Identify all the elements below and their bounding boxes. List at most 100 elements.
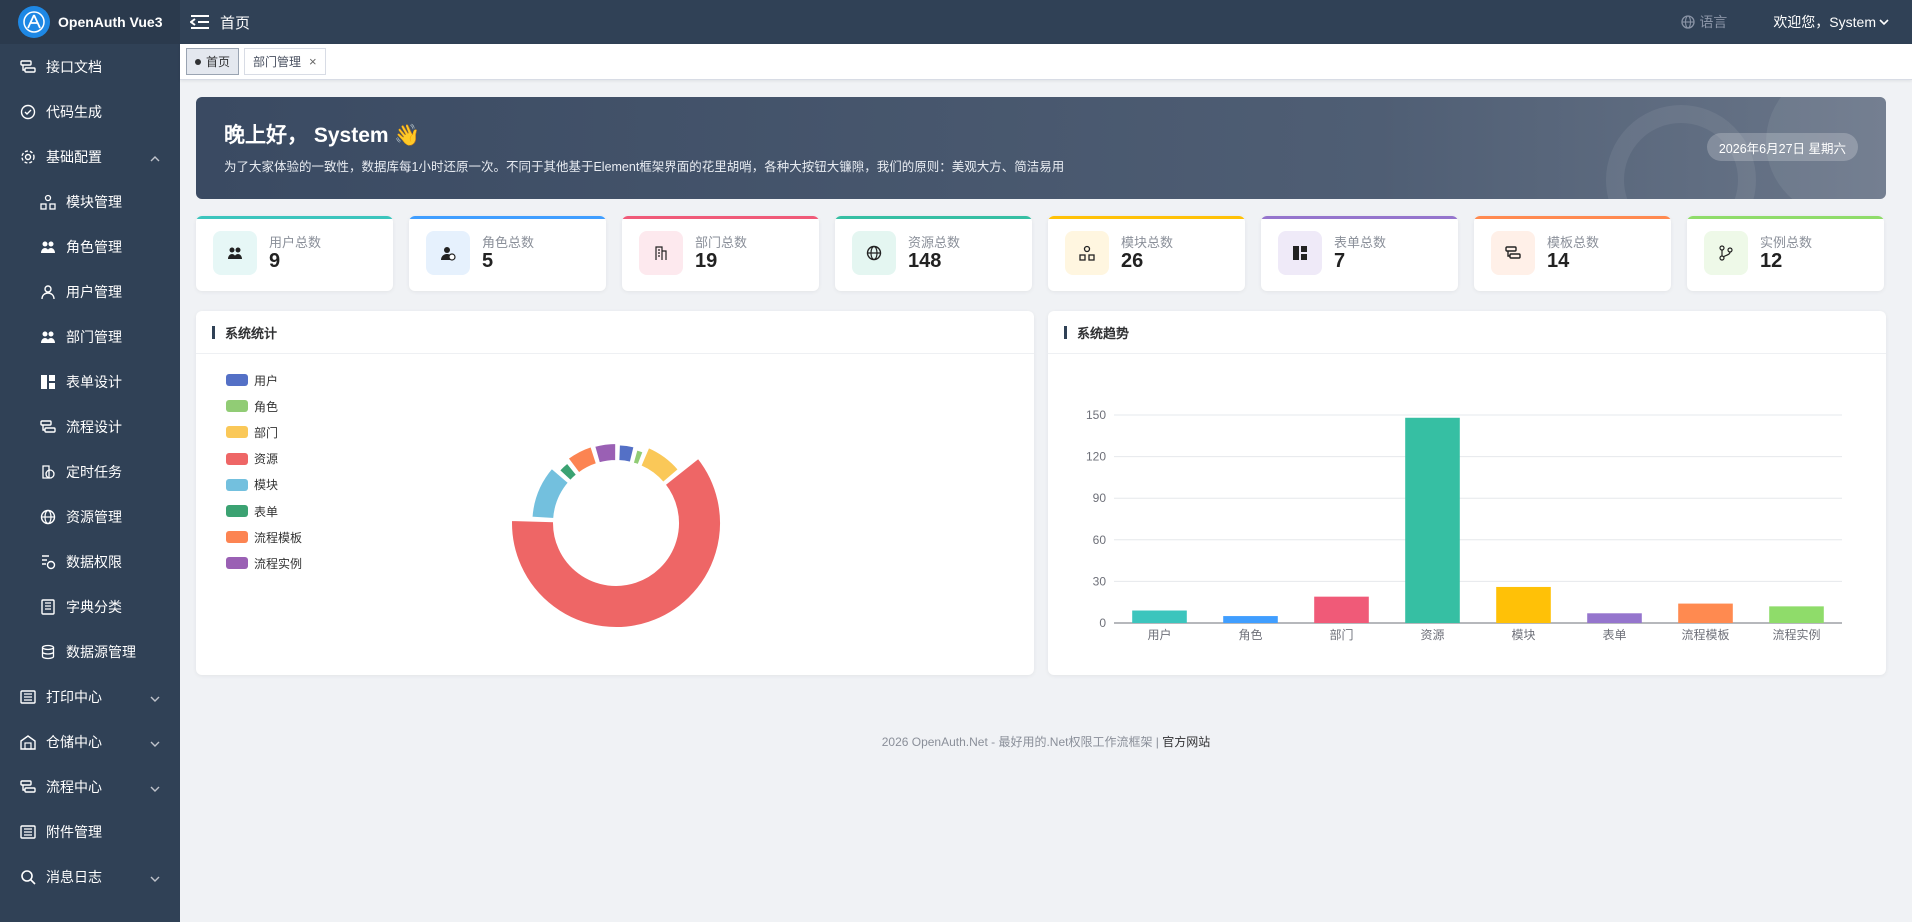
building-icon: [639, 231, 683, 275]
stat-card[interactable]: 角色总数 5: [409, 216, 606, 291]
sidebar-item[interactable]: 表单设计: [0, 359, 180, 404]
y-tick-label: 120: [1086, 450, 1106, 464]
chevron-down-icon: [1879, 19, 1889, 26]
sidebar-item[interactable]: 流程中心: [0, 764, 180, 809]
bar[interactable]: [1769, 606, 1824, 623]
stat-label: 资源总数: [908, 235, 961, 250]
sidebar-item[interactable]: 消息日志: [0, 854, 180, 899]
language-switcher[interactable]: 语言: [1681, 12, 1727, 32]
chevron-down-icon: [150, 736, 160, 752]
users-icon: [213, 231, 257, 275]
card-accent: [622, 216, 819, 219]
bar[interactable]: [1314, 596, 1369, 623]
tab[interactable]: 首页: [186, 48, 240, 75]
check-circle-icon: [20, 104, 36, 120]
sidebar-item[interactable]: 定时任务: [0, 449, 180, 494]
stat-card[interactable]: 用户总数 9: [196, 216, 393, 291]
sidebar-item[interactable]: 字典分类: [0, 584, 180, 629]
sidebar-item-label: 代码生成: [46, 103, 102, 120]
x-tick-label: 用户: [1147, 627, 1171, 642]
menu-fold-icon[interactable]: [190, 14, 210, 30]
bar[interactable]: [1132, 610, 1187, 623]
print-icon: [20, 689, 36, 705]
sidebar-item[interactable]: 附件管理: [0, 809, 180, 854]
active-dot: [195, 58, 201, 65]
sidebar-item[interactable]: 仓储中心: [0, 719, 180, 764]
stat-label: 部门总数: [695, 235, 748, 250]
y-tick-label: 0: [1099, 616, 1106, 630]
sidebar-item[interactable]: 基础配置: [0, 134, 180, 179]
stat-card[interactable]: 资源总数 148: [835, 216, 1032, 291]
footer-text: 2026 OpenAuth.Net - 最好用的.Net权限工作流框架 |: [881, 735, 1163, 749]
sidebar-item-label: 打印中心: [46, 688, 102, 705]
bar[interactable]: [1678, 603, 1733, 623]
sidebar-item[interactable]: 模块管理: [0, 179, 180, 224]
card-accent: [835, 216, 1032, 219]
attachment-icon: [20, 824, 36, 840]
y-tick-label: 30: [1093, 574, 1107, 588]
flow-center-icon: [20, 779, 36, 795]
tab-label: 首页: [206, 55, 231, 69]
sidebar-item[interactable]: 用户管理: [0, 269, 180, 314]
stat-label: 实例总数: [1760, 235, 1813, 250]
stat-value: 26: [1121, 250, 1144, 272]
stat-card[interactable]: 模块总数 26: [1048, 216, 1245, 291]
stat-card[interactable]: 表单总数 7: [1261, 216, 1458, 291]
sidebar-item[interactable]: 打印中心: [0, 674, 180, 719]
title-accent: [212, 325, 215, 339]
sidebar-item[interactable]: 资源管理: [0, 494, 180, 539]
api-doc-icon: [20, 59, 36, 75]
logo-icon: [18, 6, 50, 38]
dictionary-icon: [40, 598, 56, 615]
stat-card[interactable]: 模板总数 14: [1474, 216, 1671, 291]
sidebar-item[interactable]: 角色管理: [0, 224, 180, 269]
welcome-text: 欢迎您，System: [1773, 14, 1876, 30]
sidebar-item[interactable]: 接口文档: [0, 44, 180, 89]
flow-instance-icon: [1704, 231, 1748, 275]
chevron-down-icon: [150, 871, 160, 887]
stat-value: 19: [695, 250, 718, 272]
greeting-title: 晚上好， System 👋: [224, 124, 421, 147]
user-menu[interactable]: 欢迎您，System: [1773, 12, 1890, 32]
bar-chart: 0 30 60 90 120 150 用户 角色 部门 资源 模块 表单 流程模板 流程实例: [1086, 408, 1842, 642]
official-site-link[interactable]: 官方网站: [1162, 735, 1210, 749]
stat-value: 7: [1334, 250, 1346, 272]
sidebar-item[interactable]: 部门管理: [0, 314, 180, 359]
stat-card[interactable]: 实例总数 12: [1687, 216, 1884, 291]
y-tick-label: 90: [1093, 491, 1107, 505]
bar[interactable]: [1223, 616, 1278, 623]
database-icon: [40, 644, 56, 660]
sidebar-item-label: 流程设计: [66, 418, 122, 435]
sidebar-item[interactable]: 数据源管理: [0, 629, 180, 674]
x-tick-label: 流程模板: [1681, 627, 1729, 642]
gear-icon: [20, 149, 36, 165]
sidebar-item-label: 流程中心: [46, 778, 102, 795]
bar[interactable]: [1405, 417, 1460, 623]
sidebar-item[interactable]: 数据权限: [0, 539, 180, 584]
pie-slice[interactable]: [593, 442, 618, 465]
sidebar: 接口文档代码生成基础配置模块管理角色管理 用户管理 部门管理表单设计流程设计定时任务…: [0, 44, 180, 922]
language-label: 语言: [1699, 14, 1728, 30]
panel-title: 系统统计: [225, 325, 278, 341]
sidebar-item-label: 接口文档: [46, 58, 102, 75]
sidebar-item-label: 表单设计: [66, 373, 122, 390]
stat-label: 用户总数: [269, 235, 322, 250]
tab[interactable]: 部门管理 ×: [244, 48, 326, 75]
sidebar-item-label: 模块管理: [66, 193, 122, 210]
module-icon: [40, 194, 56, 210]
close-icon[interactable]: ×: [309, 54, 317, 69]
brand[interactable]: OpenAuth Vue3: [0, 0, 180, 44]
sidebar-item[interactable]: 流程设计: [0, 404, 180, 449]
sidebar-toggle[interactable]: 首页: [190, 12, 250, 33]
module-icon: [1065, 231, 1109, 275]
stat-card[interactable]: 部门总数 19: [622, 216, 819, 291]
bar[interactable]: [1587, 613, 1642, 623]
stat-label: 表单总数: [1334, 235, 1387, 250]
user-icon: [40, 284, 56, 300]
welcome-banner: 晚上好， System 👋 为了大家体验的一致性，数据库每1小时还原一次。不同于…: [196, 97, 1886, 199]
sidebar-item[interactable]: 代码生成: [0, 89, 180, 134]
pie-slice[interactable]: [617, 443, 636, 464]
bar[interactable]: [1496, 586, 1551, 623]
system-stats-panel: 系统统计 用户 角色 部门 资源 模块 表单 流程模板 流程实例: [196, 311, 1034, 675]
home-breadcrumb[interactable]: 首页: [220, 12, 250, 33]
